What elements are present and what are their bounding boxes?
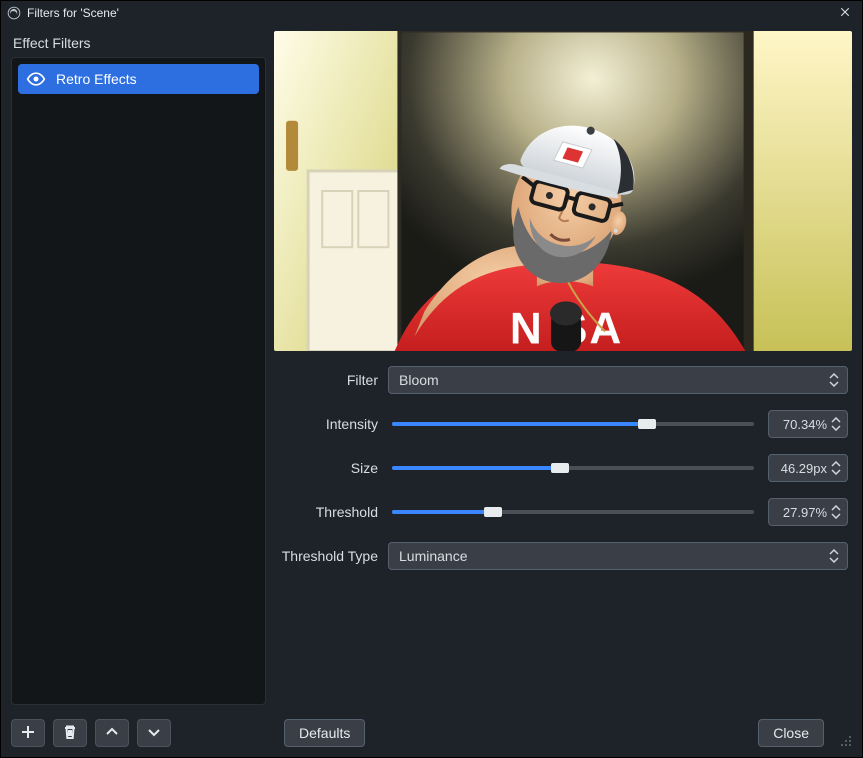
window-close-button[interactable] <box>834 2 856 24</box>
intensity-input[interactable]: 70.34% <box>768 410 848 438</box>
threshold-value: 27.97% <box>777 505 831 520</box>
delete-filter-button[interactable] <box>53 719 87 747</box>
filters-dialog: Filters for 'Scene' Effect Filters Retro… <box>0 0 863 758</box>
updown-icon <box>829 545 841 567</box>
move-filter-down-button[interactable] <box>137 719 171 747</box>
label-threshold-type: Threshold Type <box>278 548 378 564</box>
label-threshold: Threshold <box>278 504 378 520</box>
row-threshold-type: Threshold Type Luminance <box>278 541 848 571</box>
filter-preview: N SA <box>274 31 852 351</box>
label-filter: Filter <box>278 372 378 388</box>
threshold-type-value: Luminance <box>399 548 829 564</box>
dialog-body: Effect Filters Retro Effects <box>1 25 862 757</box>
trash-icon <box>62 724 78 743</box>
filter-select-value: Bloom <box>399 372 829 388</box>
content-row: Effect Filters Retro Effects <box>11 31 852 705</box>
defaults-label: Defaults <box>299 725 350 741</box>
add-filter-button[interactable] <box>11 719 45 747</box>
threshold-input[interactable]: 27.97% <box>768 498 848 526</box>
label-intensity: Intensity <box>278 416 378 432</box>
left-column: Effect Filters Retro Effects <box>11 31 266 705</box>
threshold-slider[interactable] <box>392 504 754 520</box>
intensity-value: 70.34% <box>777 417 831 432</box>
updown-icon <box>831 413 843 435</box>
close-button[interactable]: Close <box>758 719 824 747</box>
resize-grip-icon[interactable] <box>838 733 852 747</box>
intensity-slider-wrap <box>388 416 758 432</box>
updown-icon <box>831 457 843 479</box>
label-size: Size <box>278 460 378 476</box>
row-intensity: Intensity 70.34% <box>278 409 848 439</box>
updown-icon <box>831 501 843 523</box>
plus-icon <box>20 724 36 743</box>
size-slider[interactable] <box>392 460 754 476</box>
intensity-slider[interactable] <box>392 416 754 432</box>
filter-item-label: Retro Effects <box>56 71 137 87</box>
bottom-bar: Defaults Close <box>11 711 852 747</box>
size-value: 46.29px <box>777 461 831 476</box>
filter-item-retro-effects[interactable]: Retro Effects <box>18 64 259 94</box>
window-title: Filters for 'Scene' <box>27 6 828 20</box>
obs-logo-icon <box>7 6 21 20</box>
parameters-panel: Filter Bloom Intensity <box>274 361 852 571</box>
updown-icon <box>829 369 841 391</box>
visibility-eye-icon[interactable] <box>26 69 46 89</box>
titlebar: Filters for 'Scene' <box>1 1 862 25</box>
size-slider-wrap <box>388 460 758 476</box>
chevron-down-icon <box>146 724 162 743</box>
chevron-up-icon <box>104 724 120 743</box>
move-filter-up-button[interactable] <box>95 719 129 747</box>
defaults-button[interactable]: Defaults <box>284 719 365 747</box>
filter-select[interactable]: Bloom <box>388 366 848 394</box>
close-label: Close <box>773 725 809 741</box>
row-filter: Filter Bloom <box>278 365 848 395</box>
row-threshold: Threshold 27.97% <box>278 497 848 527</box>
close-icon <box>839 6 851 21</box>
threshold-type-select[interactable]: Luminance <box>388 542 848 570</box>
effect-filters-label: Effect Filters <box>11 31 266 57</box>
row-size: Size 46.29px <box>278 453 848 483</box>
filter-list-toolbar <box>11 719 274 747</box>
size-input[interactable]: 46.29px <box>768 454 848 482</box>
threshold-slider-wrap <box>388 504 758 520</box>
right-column: N SA <box>274 31 852 705</box>
filter-list[interactable]: Retro Effects <box>11 57 266 705</box>
